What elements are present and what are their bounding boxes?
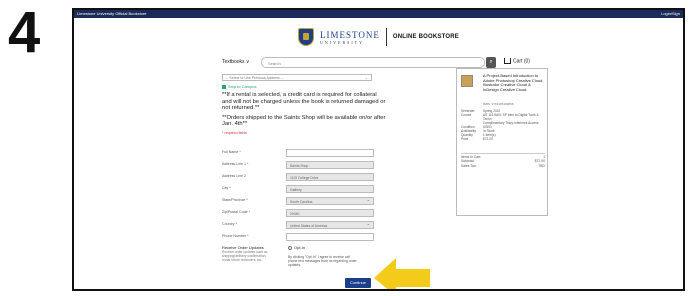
country-select[interactable]: United States of America	[286, 221, 374, 229]
optin-disclaimer: By clicking "Opt-In" I agree to receive …	[288, 255, 357, 268]
address-line2-label: Address Line 2	[222, 174, 246, 178]
full-name-field[interactable]	[286, 149, 374, 157]
city-row: City * Gaffney	[222, 185, 382, 193]
search-icon[interactable]: ⌕	[486, 57, 496, 68]
order-updates-description: Receive order updates such as shipping/d…	[222, 250, 268, 263]
shipping-notice: **Orders shipped to the Saints Shop will…	[222, 114, 386, 128]
optin-option[interactable]: Opt-In	[288, 245, 305, 250]
book-cover-image	[461, 75, 473, 87]
continue-button[interactable]: Continue	[345, 278, 371, 288]
address-line1-row: Address Line 1 * Saints Shop	[222, 161, 382, 169]
address-line2-field[interactable]: 1115 College Drive	[286, 173, 374, 181]
book-details: Semester Spring 2022 Course AR 116 5A01 SP…	[461, 109, 547, 141]
address-line2-row: Address Line 2 1115 College Drive	[222, 173, 382, 181]
cart-label: Cart (0)	[513, 58, 530, 65]
ship-to-campus-label: Ship to Campus	[228, 84, 257, 89]
brand-line1: LIMESTONE	[320, 29, 380, 40]
university-seal-icon	[298, 28, 315, 46]
required-fields-note: * required fields	[222, 130, 247, 135]
full-name-label: Full Name *	[222, 150, 241, 154]
university-name: LIMESTONE UNIVERSITY	[320, 30, 380, 45]
zip-row: Zip/Postal Code * 29340	[222, 209, 382, 217]
step-number: 4	[8, 0, 41, 65]
state-select[interactable]: South Carolina	[286, 197, 374, 205]
city-label: City *	[222, 186, 231, 190]
total-key: Sales Tax:	[461, 163, 477, 168]
search-input[interactable]: Search	[261, 57, 485, 68]
address-line1-field[interactable]: Saints Shop	[286, 161, 374, 169]
phone-label: Phone Number *	[222, 234, 249, 238]
topbar: Limestone University Official Bookstore …	[74, 10, 683, 18]
textbooks-menu[interactable]: Textbooks ∨	[222, 59, 250, 65]
previous-address-value: -- Select to Use Previous Address --	[226, 76, 284, 80]
nav-bar: Textbooks ∨ Search ⌕ Cart (0)	[74, 57, 683, 69]
shipping-form: -- Select to Use Previous Address -- ⌄ Sh…	[222, 74, 385, 267]
radio-icon	[288, 245, 292, 250]
detail-value: AR 116 5A01 SP Intro to Digital Tools & …	[483, 113, 539, 121]
country-row: Country * United States of America	[222, 221, 382, 229]
city-field[interactable]: Gaffney	[286, 185, 374, 193]
brand-header: LIMESTONE UNIVERSITY ONLINE BOOKSTORE	[74, 24, 683, 50]
rental-notice: **If a rental is selected, a credit card…	[222, 92, 386, 111]
store-title: ONLINE BOOKSTORE	[392, 34, 459, 40]
country-label: Country *	[222, 222, 237, 226]
address-line1-label: Address Line 1 *	[222, 162, 249, 166]
chevron-down-icon: ⌄	[364, 76, 368, 80]
detail-key: Course	[461, 113, 472, 117]
brand-divider	[385, 28, 387, 46]
total-value: TBD	[538, 163, 545, 168]
cart-link[interactable]: Cart (0)	[504, 58, 530, 64]
pointer-arrow-icon	[374, 258, 430, 289]
order-totals: Items in Cart: 1 Subtotal: $72.00 Sales Ta…	[461, 155, 545, 168]
state-label: State/Province *	[222, 198, 248, 202]
zip-field[interactable]: 29340	[286, 209, 374, 217]
summary-divider	[461, 153, 545, 154]
zip-label: Zip/Postal Code *	[222, 210, 250, 214]
book-isbn: ISBN: 9781305499898	[483, 102, 514, 106]
ship-to-campus-option[interactable]: Ship to Campus	[222, 84, 382, 89]
detail-row: Price $72.00	[461, 137, 547, 141]
checkbox-icon	[222, 84, 226, 89]
order-summary: A Project-Based Introduction to Adobe Ph…	[456, 68, 548, 216]
optin-label: Opt-In	[294, 245, 306, 250]
brand-line2: UNIVERSITY	[320, 39, 365, 45]
total-row: Sales Tax: TBD	[461, 164, 545, 168]
detail-row: Course AR 116 5A01 SP Intro to Digital To…	[461, 113, 547, 121]
phone-row: Phone Number *	[222, 233, 382, 241]
book-title: A Project-Based Introduction to Adobe Ph…	[483, 73, 544, 92]
detail-key: Price	[461, 137, 469, 141]
previous-address-select[interactable]: -- Select to Use Previous Address -- ⌄	[222, 74, 372, 81]
login-link[interactable]: Login/Sign	[661, 10, 680, 18]
detail-value: $72.00	[483, 137, 493, 141]
browser-screenshot: Limestone University Official Bookstore …	[72, 8, 685, 291]
cart-icon	[504, 58, 511, 64]
topbar-title: Limestone University Official Bookstore	[77, 11, 147, 16]
phone-field[interactable]	[286, 233, 374, 241]
full-name-row: Full Name *	[222, 149, 382, 157]
state-row: State/Province * South Carolina	[222, 197, 382, 205]
